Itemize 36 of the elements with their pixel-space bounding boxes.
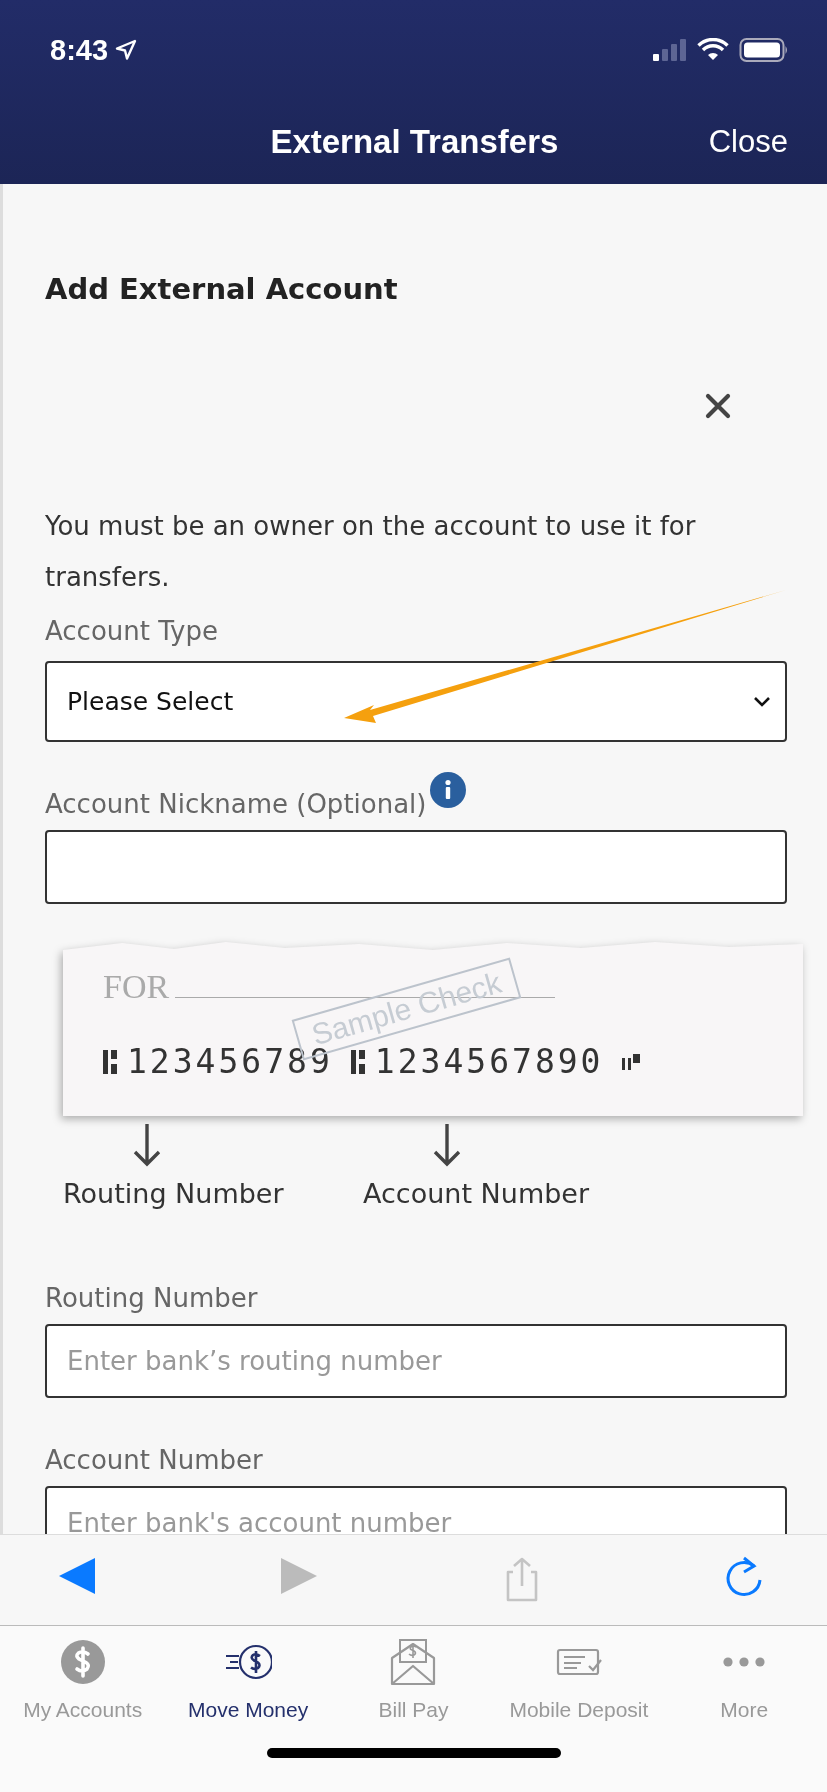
- select-value: Please Select: [67, 687, 234, 716]
- dollar-coin-icon: [58, 1638, 107, 1686]
- tab-bar-item[interactable]: More: [718, 1638, 771, 1722]
- field-label: Account Nickname (Optional): [45, 789, 427, 819]
- account-type-select[interactable]: Please Select: [45, 661, 787, 742]
- down-arrow-icon: [431, 1122, 463, 1168]
- text-field[interactable]: Enter bank’s routing number: [45, 1324, 787, 1398]
- text-field[interactable]: Enter bank's account number: [45, 1486, 787, 1534]
- close-button[interactable]: Close: [708, 124, 827, 160]
- tab-bar-item[interactable]: Move Money: [186, 1638, 311, 1722]
- battery-icon: [739, 37, 789, 63]
- routing-caption: Routing Number: [63, 1178, 284, 1209]
- text-field[interactable]: [45, 830, 787, 904]
- info-icon[interactable]: [430, 772, 467, 808]
- chevron-down-icon: [753, 695, 771, 708]
- field-label: Account Number: [45, 1445, 263, 1475]
- tab-bar-item[interactable]: My Accounts: [21, 1638, 145, 1722]
- transit-symbol-icon: [103, 1047, 119, 1076]
- form-heading: Add External Account: [45, 272, 399, 306]
- envelope-bill-icon: [389, 1638, 438, 1686]
- down-arrow-icon: [131, 1122, 163, 1168]
- account-caption: Account Number: [363, 1178, 590, 1209]
- tab-bar-item[interactable]: Mobile Deposit: [507, 1638, 651, 1722]
- memo-label: FOR: [103, 968, 170, 1006]
- notice-text: You must be an owner on the account to use it for transfers.: [45, 510, 697, 594]
- status-time: 8:43: [50, 33, 109, 67]
- signal-icon: [651, 38, 687, 62]
- transit-symbol-icon: [350, 1047, 367, 1076]
- location-arrow-icon: [114, 38, 139, 62]
- field-label: Account Type: [45, 616, 218, 646]
- close-icon: [705, 393, 731, 419]
- field-label: Routing Number: [45, 1283, 258, 1313]
- on-us-symbol-icon: [621, 1053, 640, 1070]
- wifi-icon: [697, 38, 729, 62]
- tab-bar-item[interactable]: Bill Pay: [376, 1638, 451, 1722]
- page-title: External Transfers: [269, 123, 560, 161]
